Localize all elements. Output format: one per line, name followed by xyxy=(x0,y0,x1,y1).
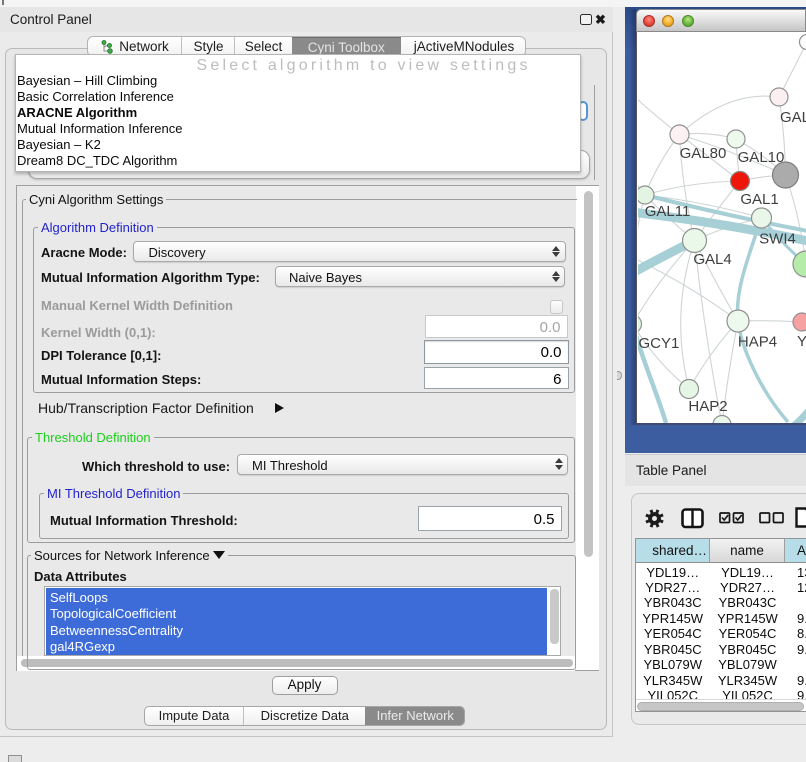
svg-text:GAL10: GAL10 xyxy=(738,149,785,166)
svg-text:GAL1: GAL1 xyxy=(740,191,778,208)
svg-text:GCY1: GCY1 xyxy=(639,335,680,352)
svg-text:SWI4: SWI4 xyxy=(759,231,796,248)
svg-text:GAL4: GAL4 xyxy=(693,251,731,268)
svg-text:HAP4: HAP4 xyxy=(738,334,777,351)
svg-text:HAP2: HAP2 xyxy=(688,398,727,415)
svg-text:YM: YM xyxy=(797,333,806,350)
svg-text:GAL2: GAL2 xyxy=(780,109,806,126)
svg-text:GAL80: GAL80 xyxy=(680,145,727,162)
svg-text:GAL11: GAL11 xyxy=(645,203,691,220)
